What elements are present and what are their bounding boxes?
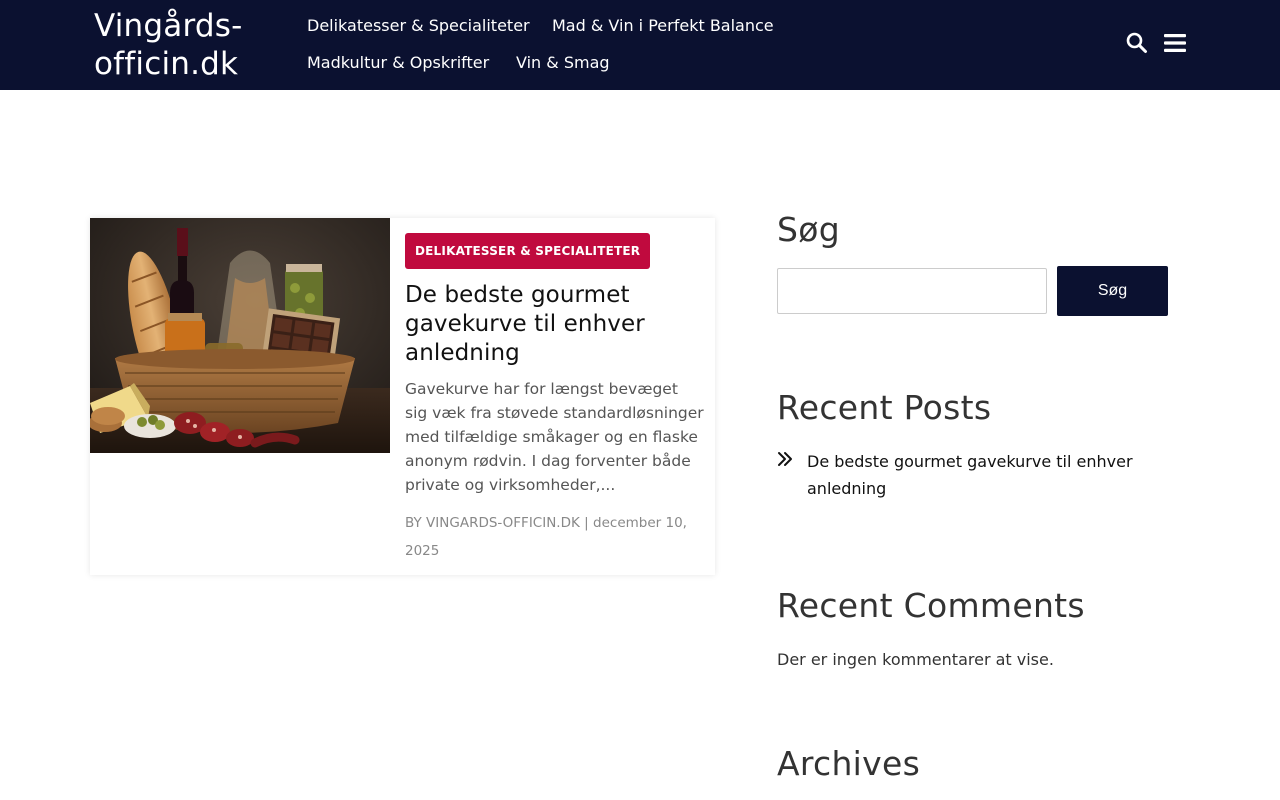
post-excerpt: Gavekurve har for længst bevæget sig væk… [405,380,704,494]
sidebar: Søg Søg Recent Posts De bedste gourmet g… [777,210,1168,783]
no-comments-text: Der er ingen kommentarer at vise. [777,650,1054,669]
site-header: Vingårds- officin.dk Delikatesser & Spec… [0,0,1280,90]
hamburger-menu-icon[interactable] [1164,33,1186,57]
post-meta: BY VINGARDS-OFFICIN.DK | december 10, 20… [405,509,705,565]
search-form: Søg [777,266,1168,316]
post-author-link[interactable]: BY VINGARDS-OFFICIN.DK [405,515,580,531]
category-badge[interactable]: DELIKATESSER & SPECIALITETER [405,233,651,269]
nav-item-delikatesser[interactable]: Delikatesser & Specialiteter [307,13,530,39]
post-thumbnail-image[interactable] [90,218,390,453]
header-actions [1126,30,1186,60]
nav-item-madkultur[interactable]: Madkultur & Opskrifter [307,50,489,76]
nav-item-vin-og-smag[interactable]: Vin & Smag [516,50,610,76]
post-title[interactable]: De bedste gourmet gavekurve til enhver a… [405,281,705,368]
post-body: DELIKATESSER & SPECIALITETER De bedste g… [405,233,705,565]
nav-item-mad-og-vin[interactable]: Mad & Vin i Perfekt Balance [552,13,774,39]
post-card: DELIKATESSER & SPECIALITETER De bedste g… [90,218,715,575]
search-widget-title: Søg [777,210,840,249]
search-button[interactable]: Søg [1057,266,1168,316]
search-icon[interactable] [1126,32,1148,58]
archives-title: Archives [777,744,921,783]
recent-posts-title: Recent Posts [777,388,992,427]
meta-separator: | [584,515,589,531]
site-title[interactable]: Vingårds- officin.dk [94,7,294,83]
double-chevron-right-icon [777,451,793,471]
recent-post-label: De bedste gourmet gavekurve til enhver a… [807,452,1133,498]
recent-comments-title: Recent Comments [777,586,1085,625]
search-input[interactable] [777,268,1047,314]
